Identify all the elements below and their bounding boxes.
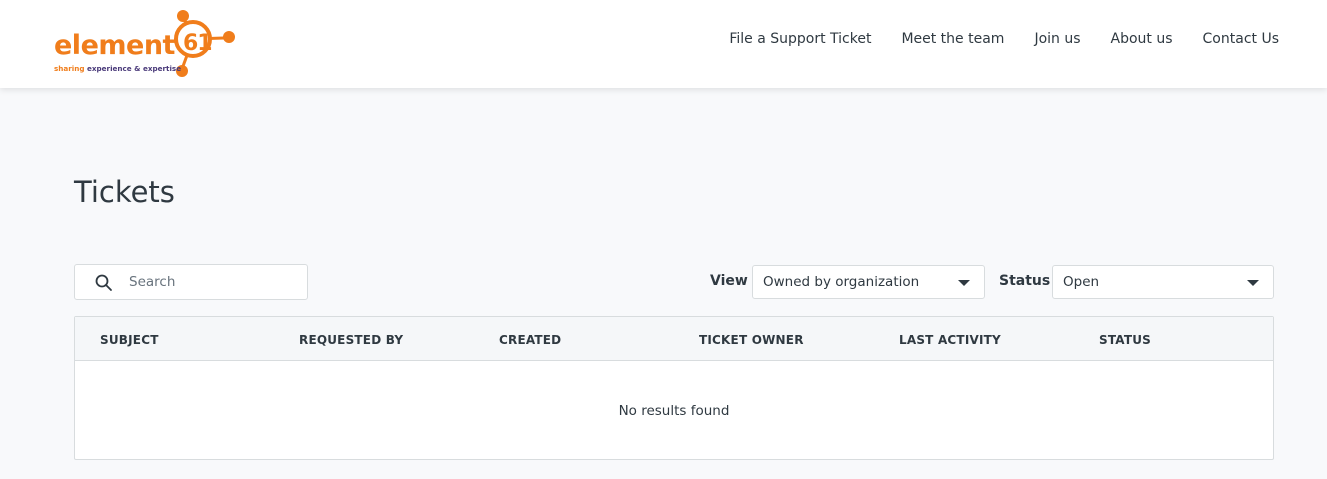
- view-filter-select[interactable]: Owned by organization: [752, 265, 985, 299]
- status-filter-value: Open: [1063, 274, 1100, 290]
- nav-meet-the-team[interactable]: Meet the team: [901, 30, 1004, 48]
- search-input[interactable]: [129, 272, 299, 292]
- logo-tagline: sharing experience & expertise: [54, 64, 181, 73]
- nav-join-us[interactable]: Join us: [1034, 30, 1080, 48]
- chevron-down-icon: [958, 280, 970, 286]
- site-header: element 61 sharing experience & expertis…: [0, 0, 1327, 88]
- empty-state-message: No results found: [618, 403, 730, 419]
- search-box[interactable]: [74, 264, 308, 300]
- main-nav: File a Support Ticket Meet the team Join…: [699, 30, 1279, 48]
- column-header-requested-by[interactable]: REQUESTED BY: [299, 333, 403, 347]
- page-title: Tickets: [74, 175, 175, 209]
- nav-contact-us[interactable]: Contact Us: [1203, 30, 1279, 48]
- column-header-last-activity[interactable]: LAST ACTIVITY: [899, 333, 1001, 347]
- logo-wordmark: element: [54, 30, 175, 61]
- column-header-status[interactable]: STATUS: [1099, 333, 1151, 347]
- column-header-created[interactable]: CREATED: [499, 333, 561, 347]
- view-filter-label: View: [710, 273, 748, 289]
- tagline-accent: sharing: [54, 64, 85, 73]
- column-header-ticket-owner[interactable]: TICKET OWNER: [699, 333, 804, 347]
- nav-about-us[interactable]: About us: [1111, 30, 1173, 48]
- tagline-rest: experience & expertise: [84, 64, 182, 73]
- view-filter-value: Owned by organization: [763, 274, 920, 290]
- logo-number: 61: [183, 31, 213, 56]
- element61-logo[interactable]: element 61 sharing experience & expertis…: [50, 8, 240, 82]
- search-icon: [95, 274, 112, 291]
- status-filter-select[interactable]: Open: [1052, 265, 1274, 299]
- tickets-table: SUBJECT REQUESTED BY CREATED TICKET OWNE…: [74, 316, 1274, 460]
- nav-file-support-ticket[interactable]: File a Support Ticket: [729, 30, 871, 48]
- status-filter-label: Status: [999, 273, 1051, 289]
- column-header-subject[interactable]: SUBJECT: [100, 333, 159, 347]
- table-header: SUBJECT REQUESTED BY CREATED TICKET OWNE…: [75, 317, 1273, 361]
- chevron-down-icon: [1247, 280, 1259, 286]
